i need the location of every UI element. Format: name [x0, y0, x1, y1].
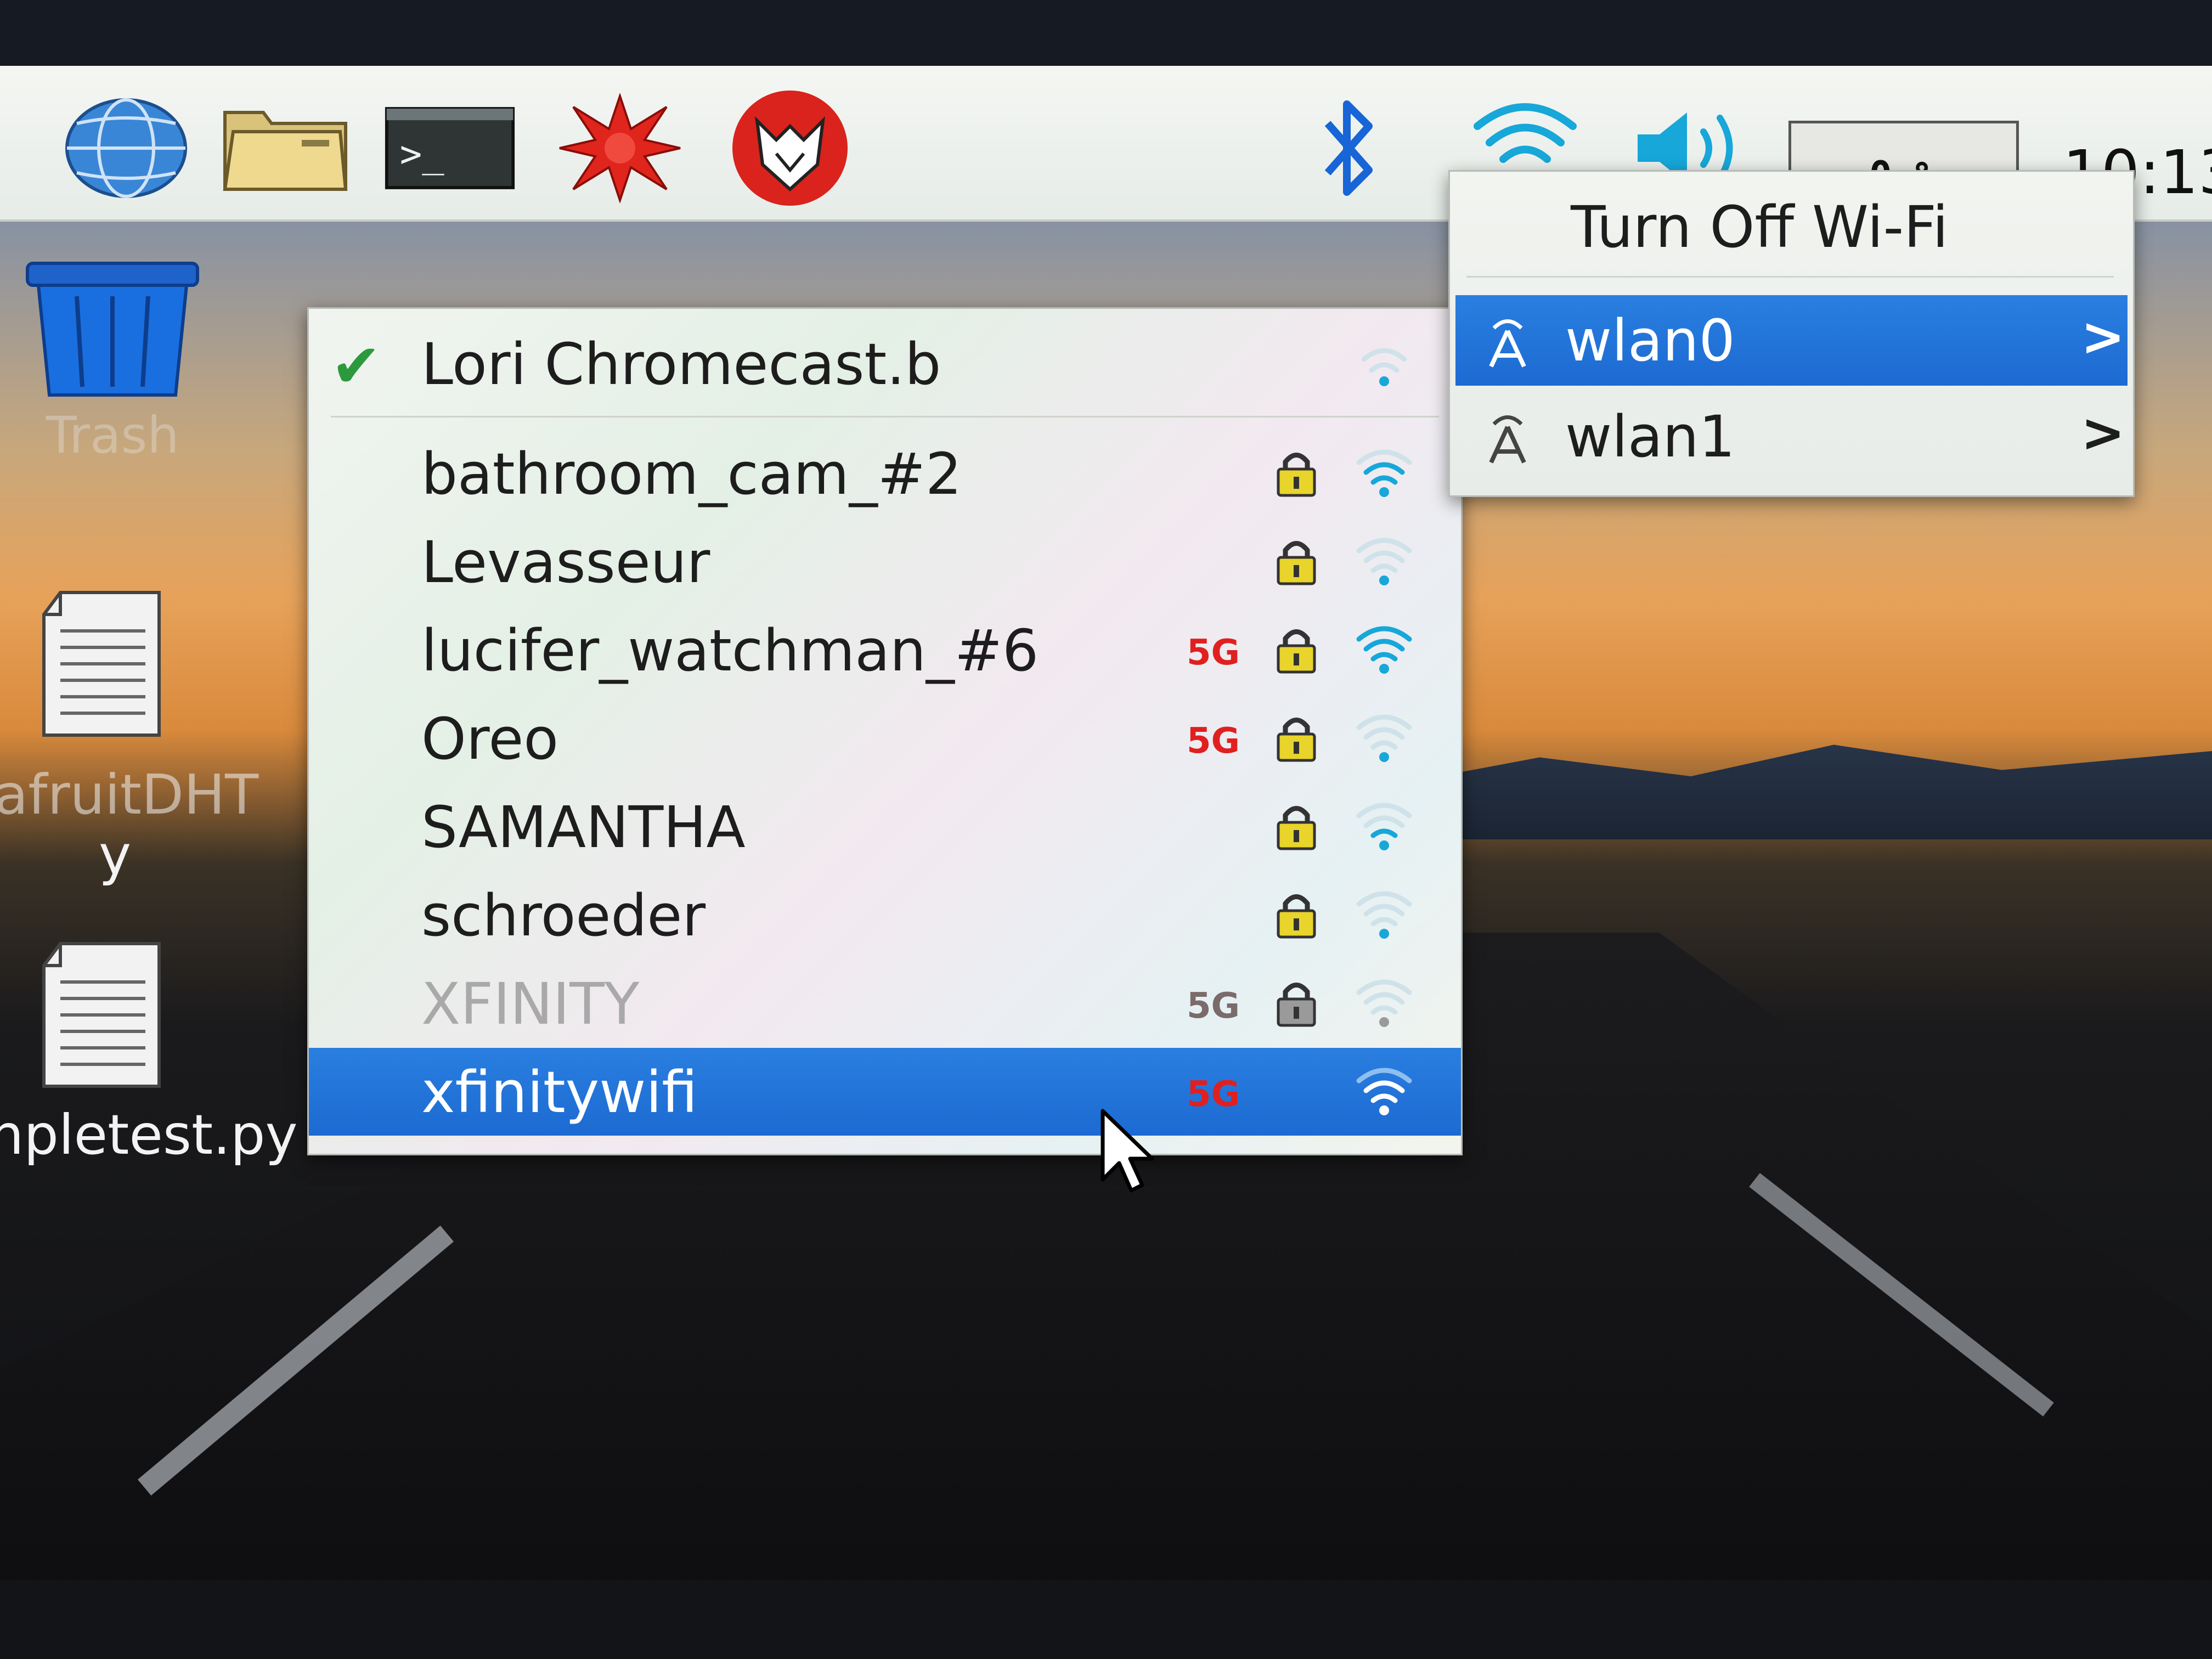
network-ssid: xfinitywifi [421, 1059, 698, 1126]
network-item[interactable]: bathroom_cam_#2 [309, 430, 1461, 517]
wireless-interface-icon [1489, 415, 1526, 464]
lock-icon [1277, 806, 1316, 850]
network-item[interactable]: schroeder [309, 871, 1461, 959]
network-ssid: XFINITY [421, 970, 640, 1037]
document-icon [42, 591, 161, 737]
mathematica-icon [559, 93, 681, 203]
lock-icon [1277, 718, 1316, 762]
svg-text:>_: >_ [400, 133, 444, 176]
bluetooth-tray-button[interactable] [1284, 88, 1415, 208]
wifi-signal-icon [1356, 714, 1412, 762]
wifi-signal-icon [1356, 803, 1412, 850]
bluetooth-icon [1324, 100, 1373, 196]
network-item[interactable]: SAMANTHA [309, 783, 1461, 871]
web-browser-launcher[interactable] [60, 88, 192, 208]
wireless-interface-icon [1489, 319, 1526, 368]
network-ssid: Lori Chromecast.b [421, 331, 941, 398]
menu-separator [331, 416, 1439, 417]
wifi-signal-icon [1356, 979, 1412, 1027]
network-item[interactable]: xfinitywifi 5G [309, 1048, 1461, 1136]
menu-separator [1466, 276, 2114, 278]
python-file-desktop-icon[interactable] [22, 582, 187, 746]
interface-label: wlan1 [1565, 403, 1735, 470]
lock-icon [1277, 629, 1316, 674]
network-ssid: lucifer_watchman_#6 [421, 617, 1039, 684]
wifi-signal-icon [1356, 1068, 1412, 1115]
lock-icon [1277, 541, 1316, 585]
chevron-right-icon: > [2081, 306, 2125, 368]
wifi-signal-icon [1361, 348, 1407, 386]
file-label: afruitDHT [0, 763, 259, 827]
mathematica-launcher[interactable] [554, 88, 686, 208]
wifi-signal-icon [1356, 449, 1412, 497]
lock-icon [1277, 453, 1316, 497]
network-ssid: SAMANTHA [421, 794, 746, 861]
monitor-bezel-top [0, 0, 2212, 66]
band-5g-badge: 5G [1187, 633, 1240, 673]
globe-icon [65, 98, 187, 198]
band-5g-badge: 5G [1187, 1074, 1240, 1115]
file-manager-launcher[interactable] [219, 88, 351, 208]
terminal-icon: >_ [385, 107, 515, 189]
mouse-cursor-icon [1101, 1109, 1154, 1193]
interface-item-wlan1[interactable]: wlan1 > [1455, 391, 2128, 482]
wifi-signal-icon [1356, 538, 1412, 585]
lock-icon [1277, 983, 1316, 1027]
chevron-right-icon: > [2081, 402, 2125, 464]
wifi-signal-icon [1356, 626, 1412, 674]
network-item[interactable]: lucifer_watchman_#6 5G [309, 606, 1461, 694]
interface-item-wlan0[interactable]: wlan0 > [1455, 295, 2128, 386]
network-ssid: bathroom_cam_#2 [421, 441, 962, 507]
band-5g-badge: 5G [1187, 986, 1240, 1026]
trash-label: Trash [46, 406, 179, 465]
wifi-network-menu: ✔ Lori Chromecast.b bathroom_cam_#2 Levas… [307, 307, 1463, 1155]
network-ssid: Oreo [421, 706, 558, 772]
file-label: npletest.py [0, 1103, 298, 1167]
band-5g-badge: 5G [1187, 721, 1240, 761]
trash-icon [26, 262, 199, 397]
turn-off-wifi-item[interactable]: Turn Off Wi-Fi [1571, 194, 1948, 261]
network-item[interactable]: Oreo 5G [309, 695, 1461, 782]
terminal-launcher[interactable]: >_ [384, 88, 516, 208]
wallpaper-mountains [1372, 744, 2212, 839]
trash-desktop-icon[interactable]: Trash [22, 258, 203, 465]
wolfram-icon [732, 91, 848, 206]
interface-label: wlan0 [1565, 307, 1735, 374]
network-item[interactable]: XFINITY 5G [309, 960, 1461, 1047]
network-item[interactable]: Levasseur [309, 518, 1461, 606]
document-icon [42, 942, 161, 1088]
wifi-options-menu: Turn Off Wi-Fi wlan0 > wlan1 > [1448, 170, 2135, 497]
connected-network-item[interactable]: ✔ Lori Chromecast.b [309, 320, 1461, 408]
python-file-desktop-icon[interactable] [22, 933, 187, 1097]
wolfram-launcher[interactable] [724, 88, 856, 208]
wifi-signal-icon [1356, 891, 1412, 939]
checkmark-icon: ✔ [331, 331, 382, 401]
monitor-bezel-bottom [0, 1580, 2212, 1659]
file-label: y [99, 823, 132, 887]
network-ssid: schroeder [421, 882, 706, 949]
network-ssid: Levasseur [421, 529, 710, 596]
lock-icon [1277, 894, 1316, 939]
folder-icon [223, 111, 348, 191]
